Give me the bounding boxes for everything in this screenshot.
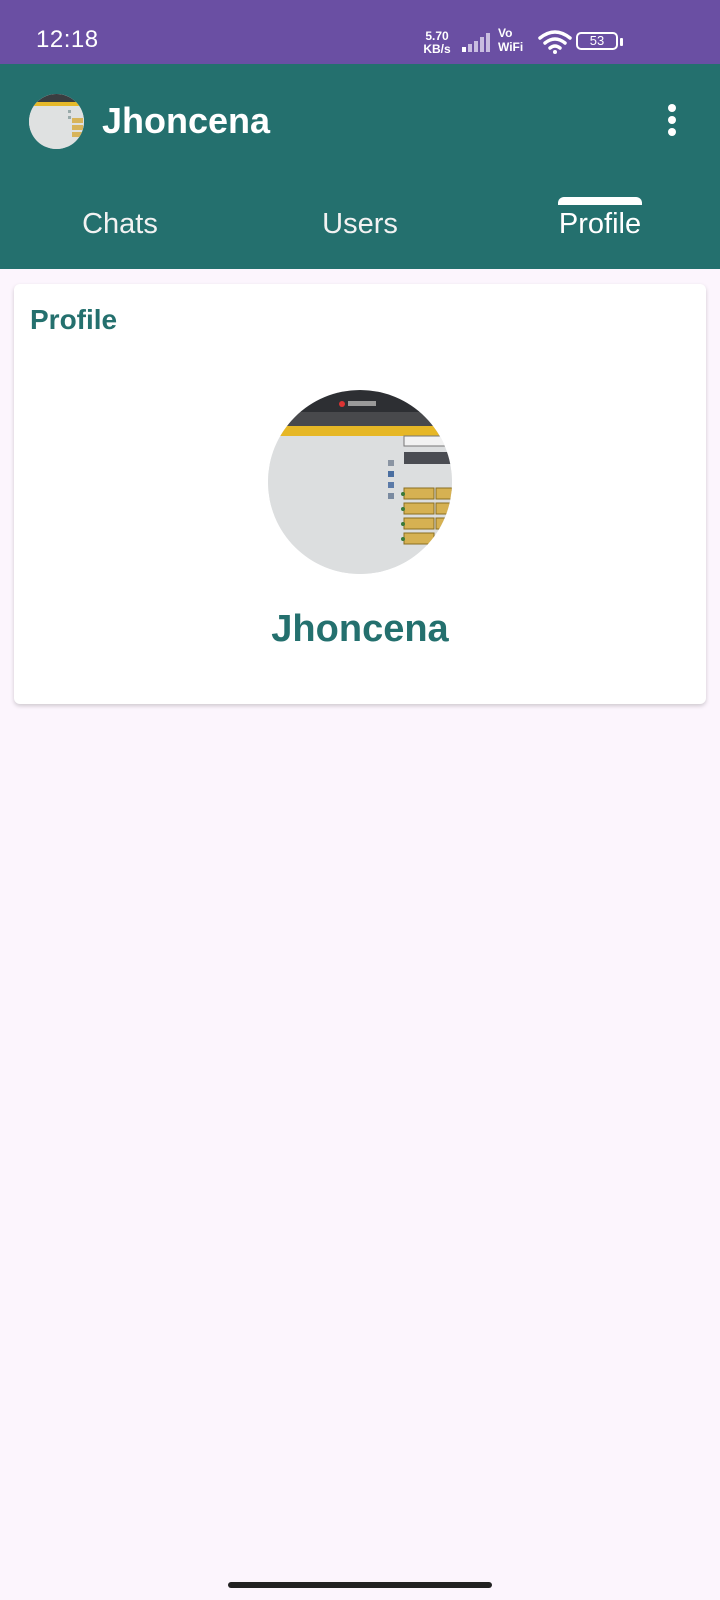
vowifi-icon: Vo WiFi [498, 26, 538, 54]
profile-card: Profile Jhoncena [14, 284, 706, 704]
net-speed: 5.70 KB/s [417, 30, 457, 56]
home-indicator[interactable] [228, 1582, 492, 1588]
tab-bar: Chats Users Profile [0, 200, 720, 269]
status-time: 12:18 [36, 26, 99, 53]
battery-tip [620, 38, 623, 46]
vowifi-top: Vo [498, 26, 513, 40]
wifi-icon [538, 30, 572, 54]
card-title: Profile [30, 304, 118, 335]
status-bar: 12:18 5.70 KB/s Vo WiFi 53 [0, 0, 720, 64]
tab-chats[interactable]: Chats [0, 200, 240, 269]
signal-icon [462, 33, 490, 52]
profile-photo-icon [268, 390, 452, 574]
profile-name: Jhoncena [271, 608, 449, 650]
tab-users[interactable]: Users [240, 200, 480, 269]
battery-icon: 53 [576, 32, 618, 50]
tab-profile[interactable]: Profile [480, 200, 720, 269]
avatar-photo-icon [29, 94, 84, 149]
app-title: Jhoncena [102, 100, 271, 141]
vowifi-bottom: WiFi [498, 40, 524, 54]
profile-avatar[interactable] [268, 390, 452, 574]
avatar[interactable] [29, 94, 84, 149]
more-vert-icon[interactable] [664, 104, 680, 138]
app-bar: Jhoncena Chats Users Profile [0, 64, 720, 269]
active-tab-indicator [558, 197, 642, 205]
net-speed-unit: KB/s [423, 42, 451, 56]
